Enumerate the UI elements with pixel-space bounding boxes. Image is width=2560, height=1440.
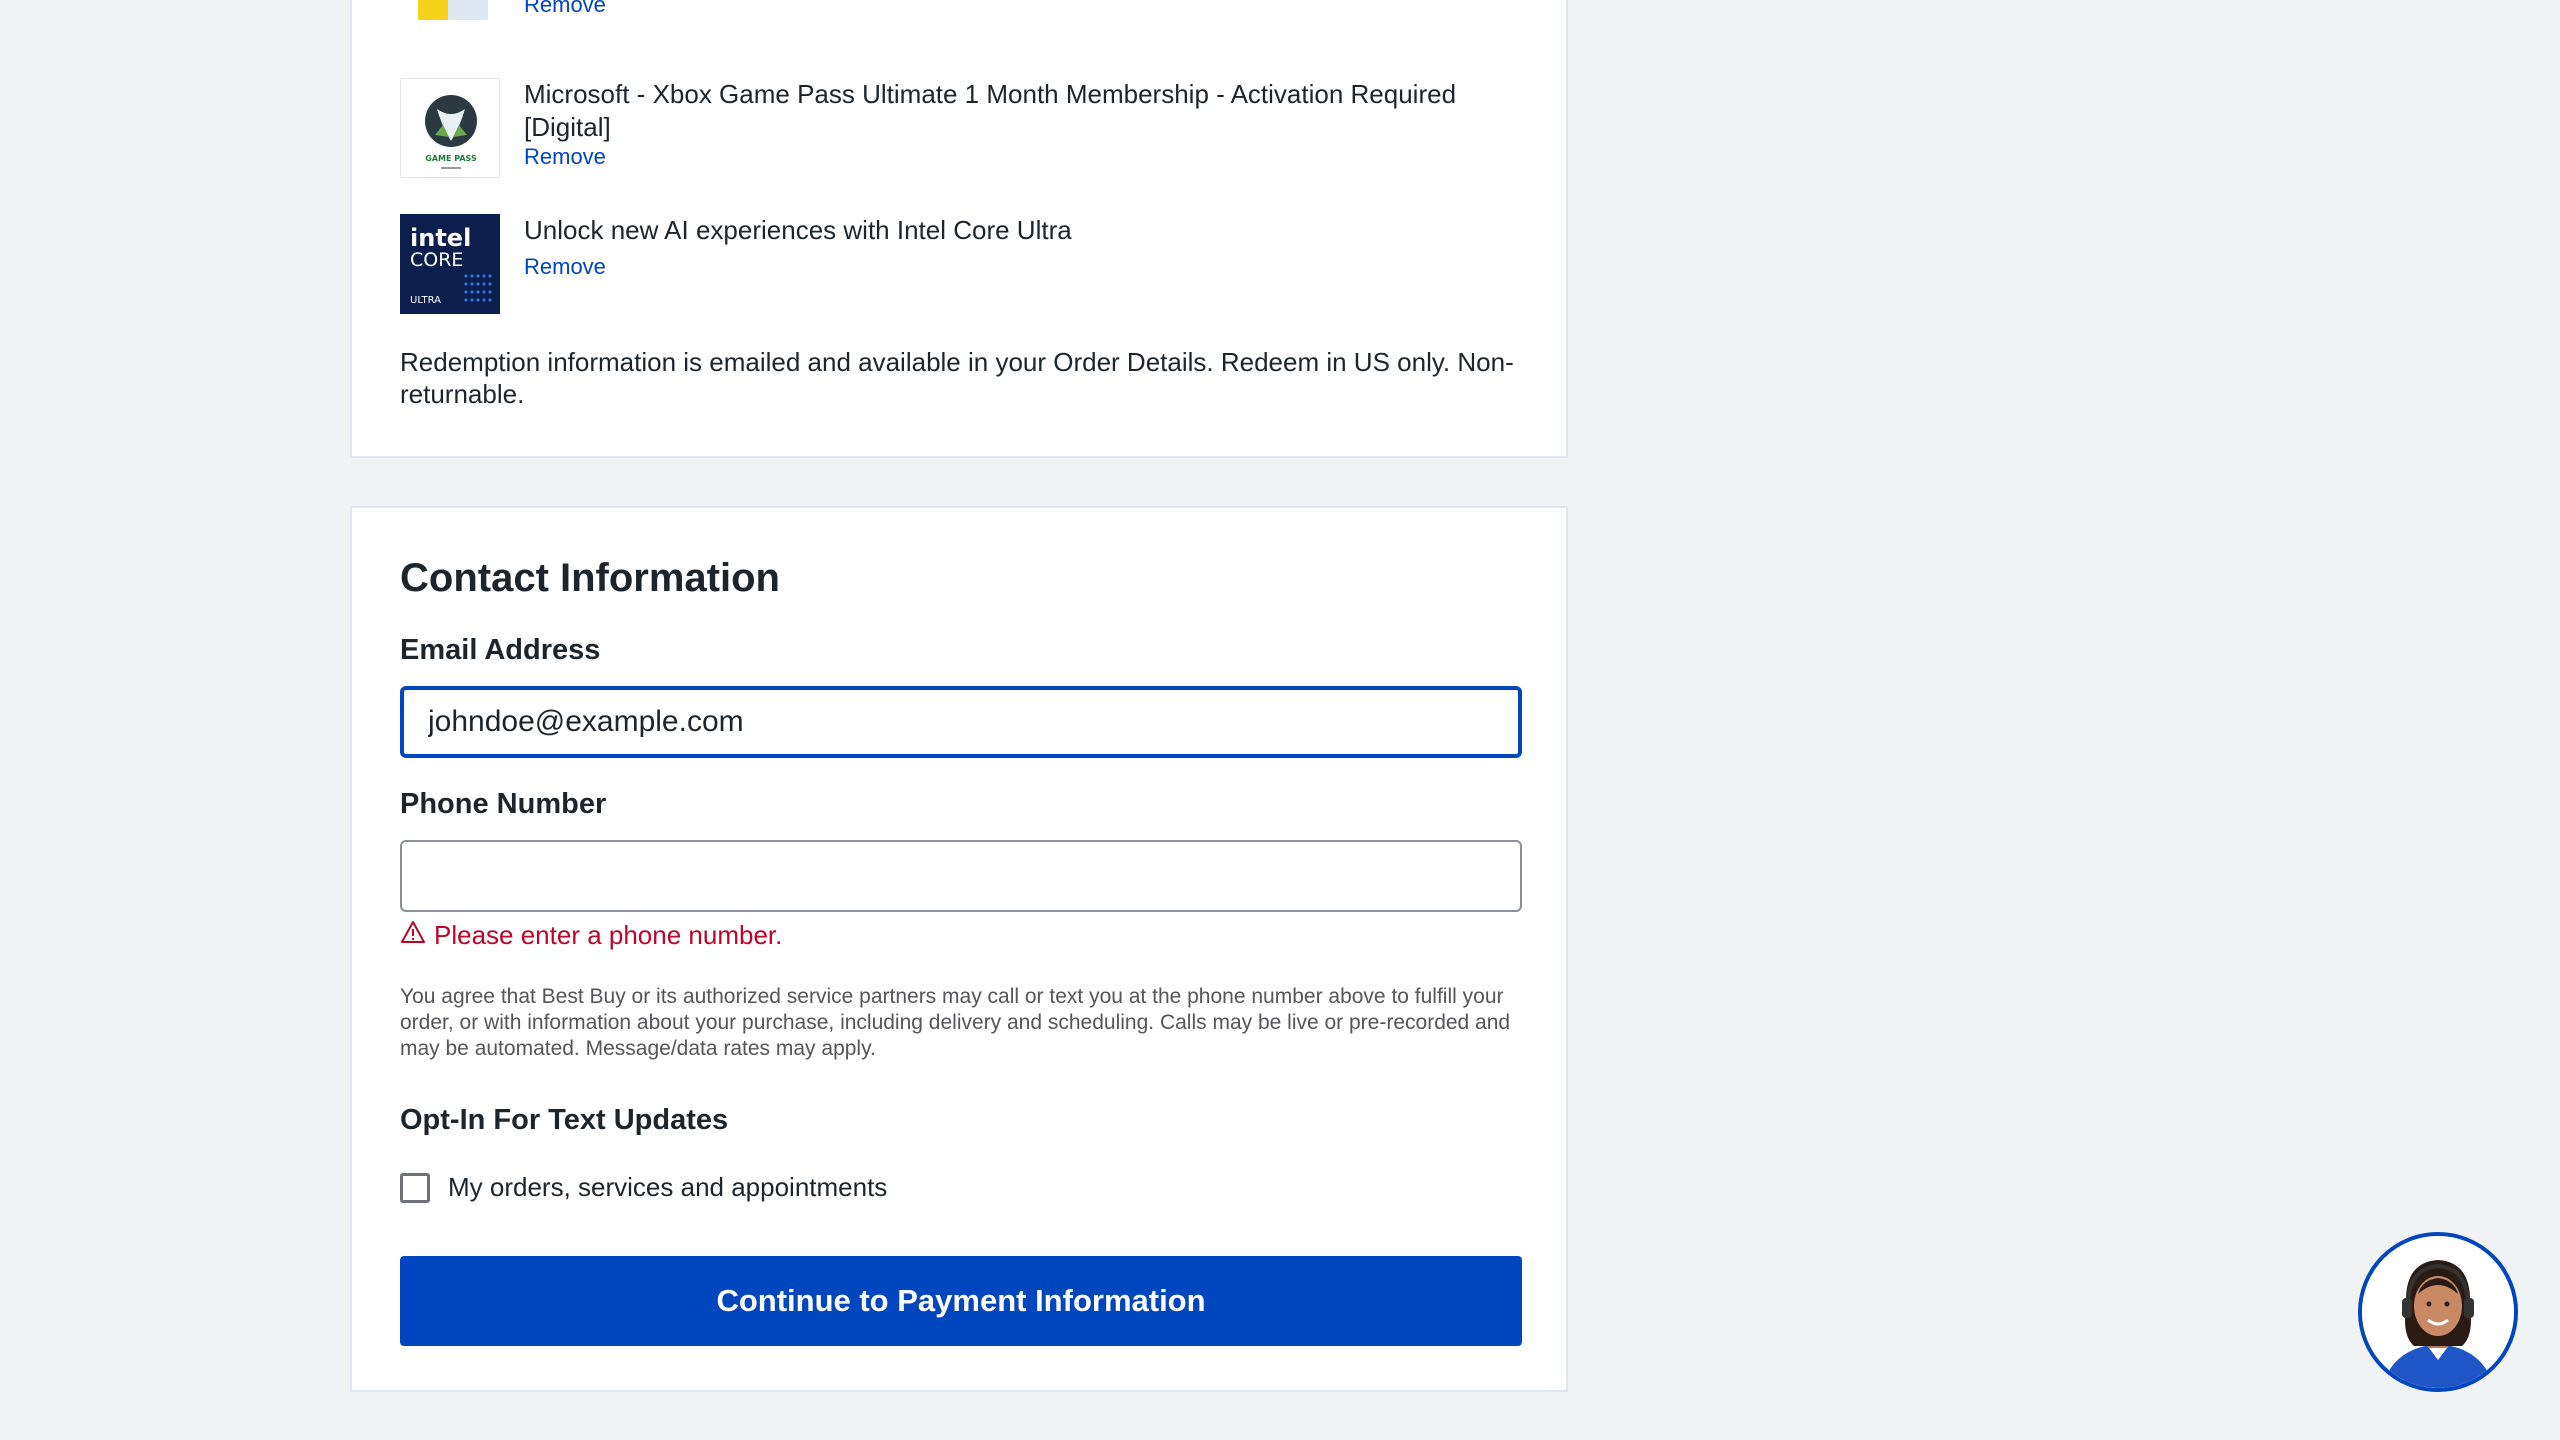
thumb-text: ULTRA <box>410 295 441 306</box>
phone-disclaimer: You agree that Best Buy or its authorize… <box>400 985 1511 1060</box>
remove-link[interactable]: Remove <box>524 144 606 170</box>
phone-label: Phone Number <box>400 788 607 820</box>
phone-error-message: Please enter a phone number. <box>400 920 782 951</box>
email-label: Email Address <box>400 634 601 666</box>
remove-link[interactable]: Remove <box>524 254 606 280</box>
support-agent-avatar[interactable] <box>2358 1232 2518 1392</box>
thumb-text: CORE <box>410 249 463 271</box>
gift-card-icon <box>400 0 500 22</box>
section-title: Contact Information <box>400 556 780 600</box>
phone-field[interactable] <box>400 840 1522 912</box>
error-text: Please enter a phone number. <box>434 920 783 950</box>
order-items-card: Remove GAME PASS Microsoft - Xbox Game P… <box>350 0 1568 458</box>
intel-core-ultra-icon: intel CORE ULTRA <box>400 214 500 314</box>
item-title: Microsoft - Xbox Game Pass Ultimate 1 Mo… <box>524 79 1457 142</box>
xbox-game-pass-icon: GAME PASS <box>400 78 500 178</box>
continue-to-payment-button[interactable]: Continue to Payment Information <box>400 1256 1522 1346</box>
thumb-text: intel <box>410 224 471 252</box>
optin-checkbox-row[interactable]: My orders, services and appointments <box>400 1172 887 1203</box>
redemption-note: Redemption information is emailed and av… <box>400 347 1514 409</box>
optin-label: My orders, services and appointments <box>448 1172 888 1202</box>
item-title: Unlock new AI experiences with Intel Cor… <box>524 215 1072 245</box>
contact-information-card: Contact Information Email Address Phone … <box>350 506 1568 1392</box>
remove-link[interactable]: Remove <box>524 0 606 18</box>
email-field[interactable] <box>400 686 1522 758</box>
warning-icon <box>400 920 426 951</box>
optin-title: Opt-In For Text Updates <box>400 1104 729 1136</box>
thumb-text: GAME PASS <box>425 154 477 163</box>
optin-checkbox[interactable] <box>400 1172 430 1203</box>
